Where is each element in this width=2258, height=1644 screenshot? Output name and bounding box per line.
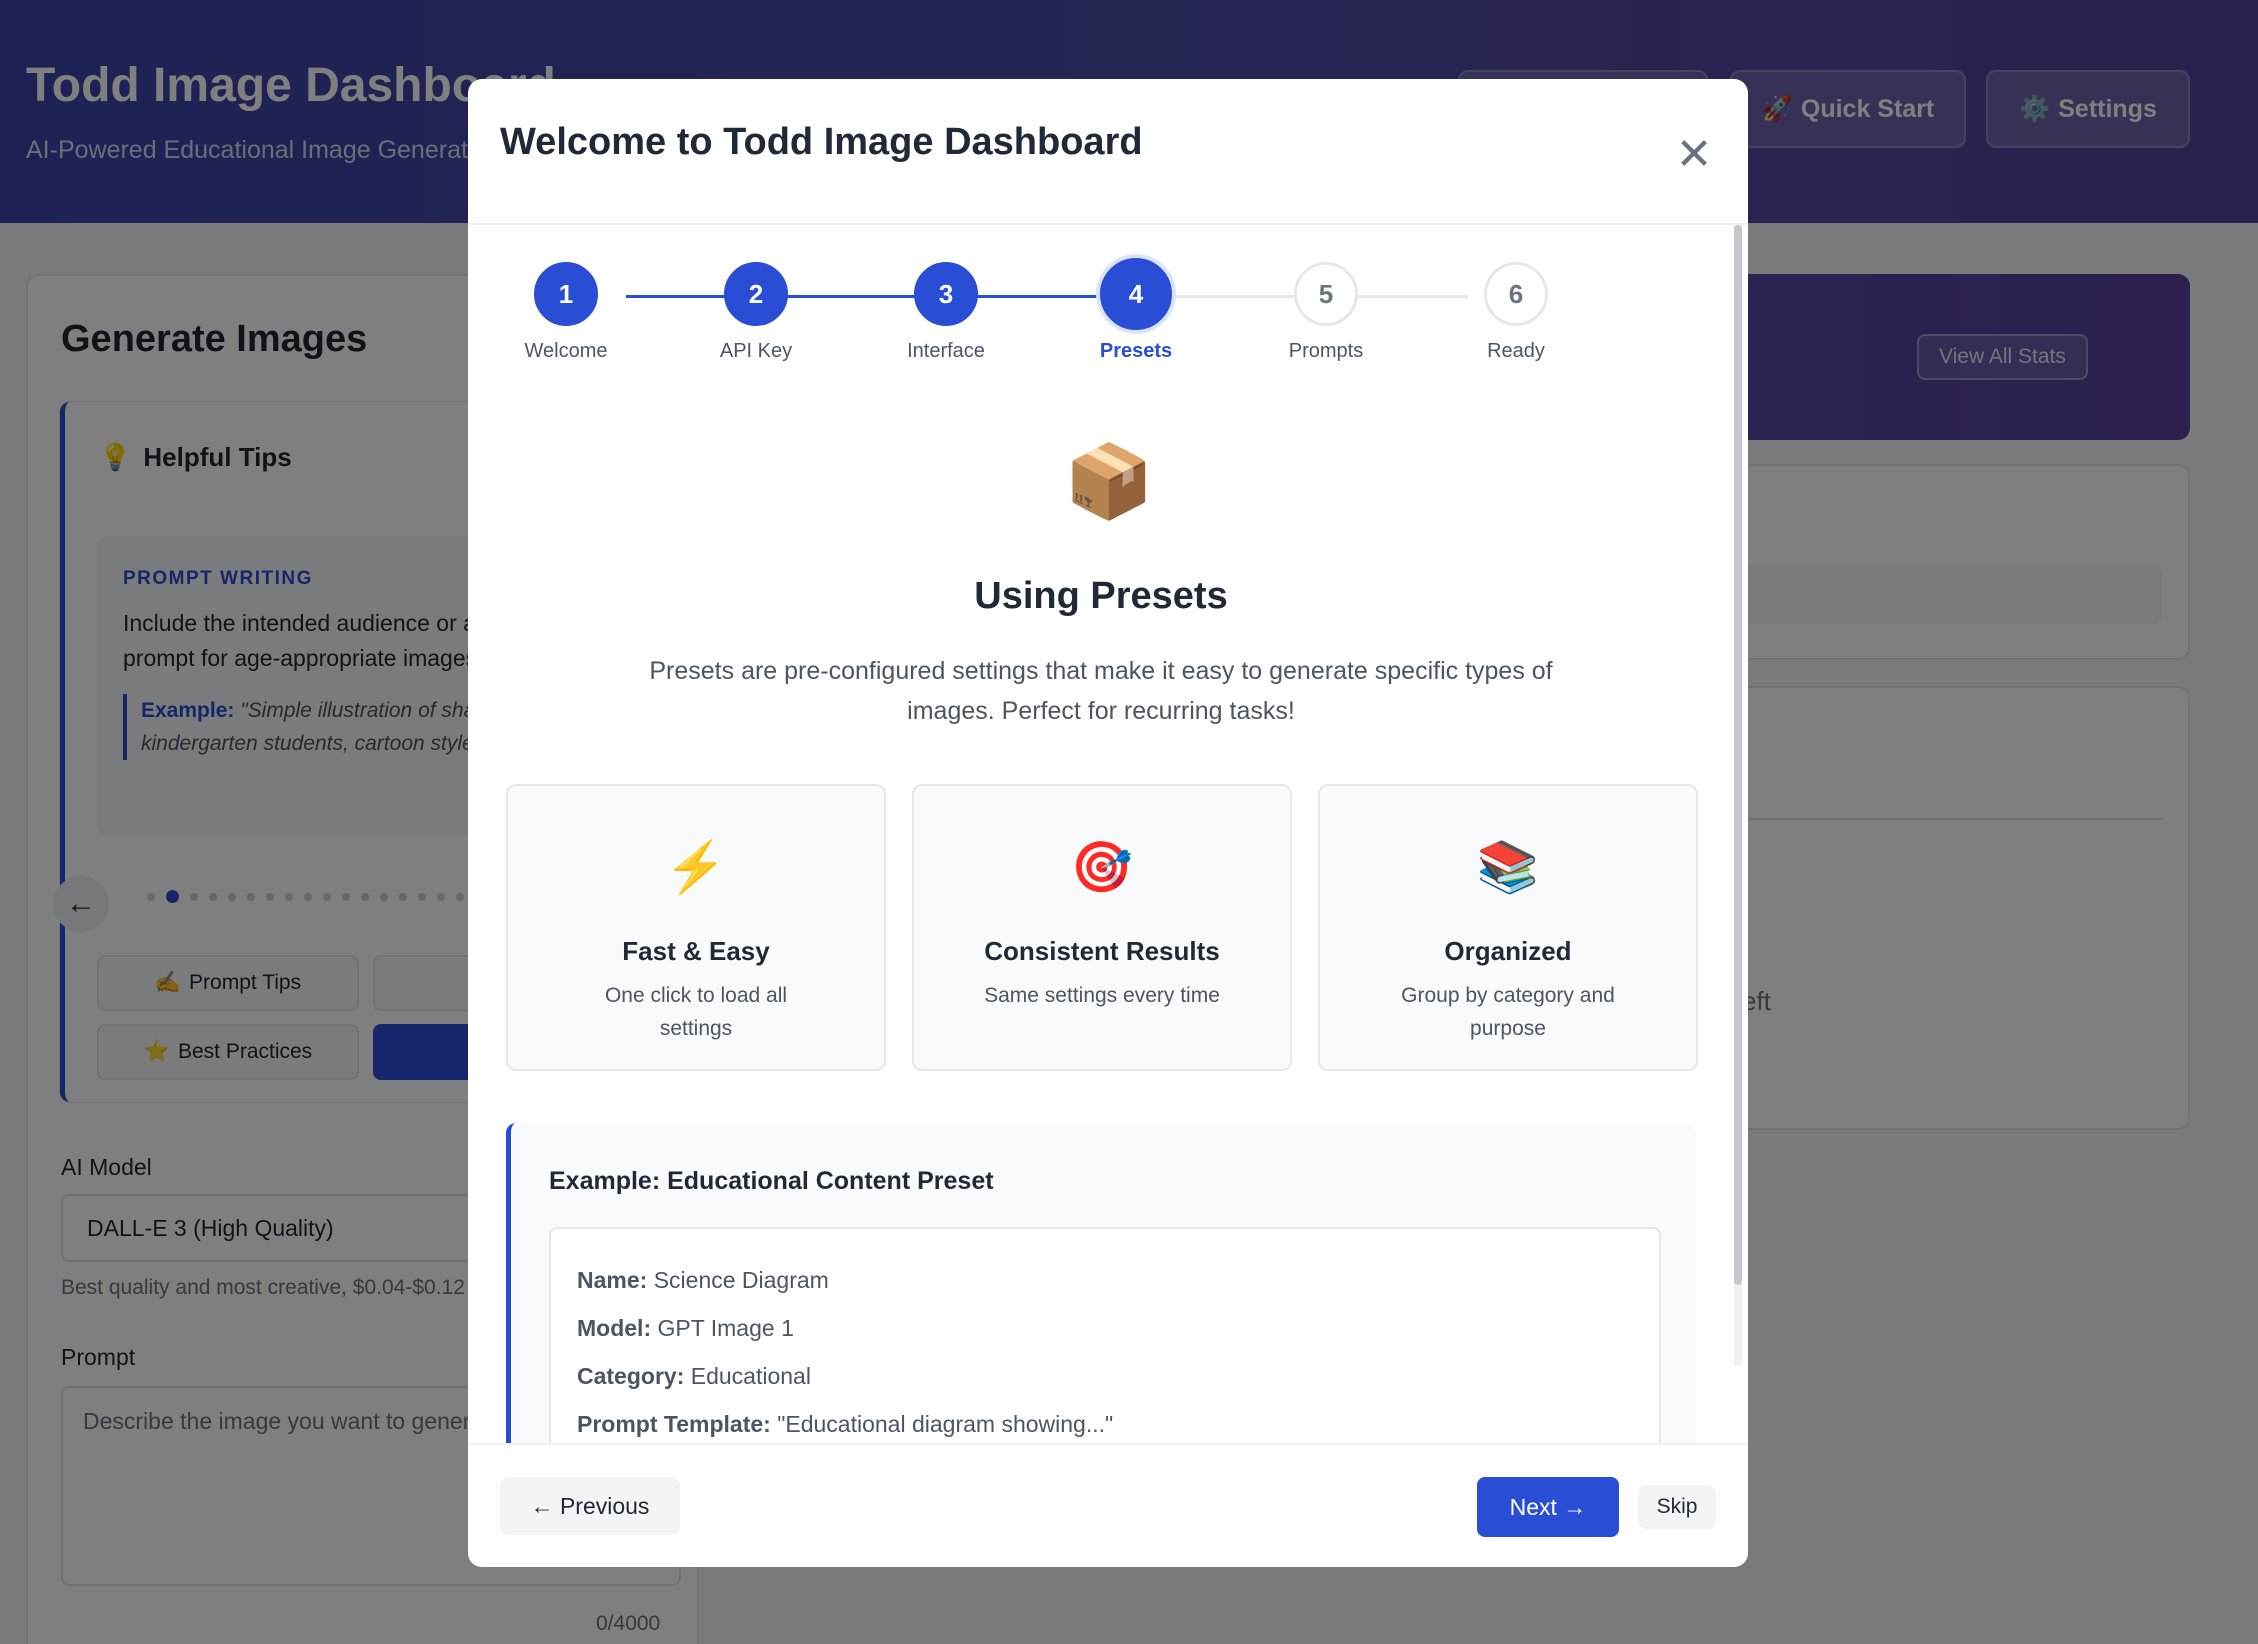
step-number: 2 (724, 262, 788, 326)
feature-title: Fast & Easy (622, 936, 770, 966)
example-value: Educational (690, 1363, 811, 1389)
example-value: GPT Image 1 (657, 1315, 794, 1341)
skip-button[interactable]: Skip (1638, 1485, 1716, 1529)
modal-footer: ← Previous Next → Skip (468, 1443, 1748, 1567)
example-row: Prompt Template: "Educational diagram sh… (577, 1411, 1113, 1438)
step-number: 5 (1294, 262, 1358, 326)
lightning-icon: ⚡ (664, 839, 728, 895)
step-welcome: 1 Welcome (486, 262, 646, 363)
example-value: "Educational diagram showing..." (777, 1411, 1114, 1437)
step-label: Ready (1487, 340, 1545, 362)
example-key: Name: (577, 1267, 648, 1293)
feature-description: Same settings every time (984, 984, 1220, 1007)
step-label: Prompts (1288, 340, 1364, 362)
example-key: Model: (577, 1315, 652, 1341)
step-interface: 3 Interface (866, 262, 1026, 363)
step-number: 6 (1484, 262, 1548, 326)
step-label: Presets (1099, 340, 1173, 362)
package-icon: 📦 (1064, 442, 1154, 522)
scrollbar-thumb[interactable] (1734, 225, 1742, 1285)
step-number: 3 (914, 262, 978, 326)
step-ready: 6 Ready (1436, 262, 1596, 363)
step-number: 4 (1100, 258, 1172, 330)
modal-title: Welcome to Todd Image Dashboard (500, 121, 1143, 163)
step-prompts: 5 Prompts (1246, 262, 1406, 363)
feature-description: Group by category and purpose (1401, 984, 1615, 1040)
previous-button[interactable]: ← Previous (500, 1477, 680, 1535)
feature-title: Consistent Results (984, 936, 1220, 966)
modal-scrollbar[interactable] (1734, 225, 1742, 1365)
step-label: Interface (907, 340, 985, 362)
books-icon: 📚 (1476, 839, 1540, 895)
example-row: Model: GPT Image 1 (577, 1315, 794, 1342)
example-value: Science Diagram (653, 1267, 829, 1293)
feature-card-consistent: 🎯 Consistent Results Same settings every… (912, 784, 1292, 1071)
step-label: Welcome (524, 340, 608, 362)
step-heading: Using Presets (974, 575, 1228, 617)
step-description: Presets are pre-configured settings that… (649, 657, 1553, 725)
example-key: Prompt Template: (577, 1411, 771, 1437)
feature-title: Organized (1444, 936, 1572, 966)
feature-description: One click to load all settings (604, 984, 788, 1040)
example-row: Name: Science Diagram (577, 1267, 829, 1294)
step-label: API Key (719, 340, 793, 362)
step-presets: 4 Presets (1056, 258, 1216, 363)
feature-card-organized: 📚 Organized Group by category and purpos… (1318, 784, 1698, 1071)
next-button[interactable]: Next → (1477, 1477, 1619, 1537)
target-icon: 🎯 (1070, 839, 1134, 895)
step-number: 1 (534, 262, 598, 326)
step-api-key: 2 API Key (676, 262, 836, 363)
onboarding-modal: Welcome to Todd Image Dashboard ✕ 1 Welc… (468, 79, 1748, 1567)
close-icon[interactable]: ✕ (1666, 127, 1722, 183)
feature-card-fast: ⚡ Fast & Easy One click to load all sett… (506, 784, 886, 1071)
divider (468, 223, 1748, 225)
example-row: Category: Educational (577, 1363, 811, 1390)
example-key: Category: (577, 1363, 685, 1389)
example-title: Example: Educational Content Preset (549, 1167, 994, 1195)
